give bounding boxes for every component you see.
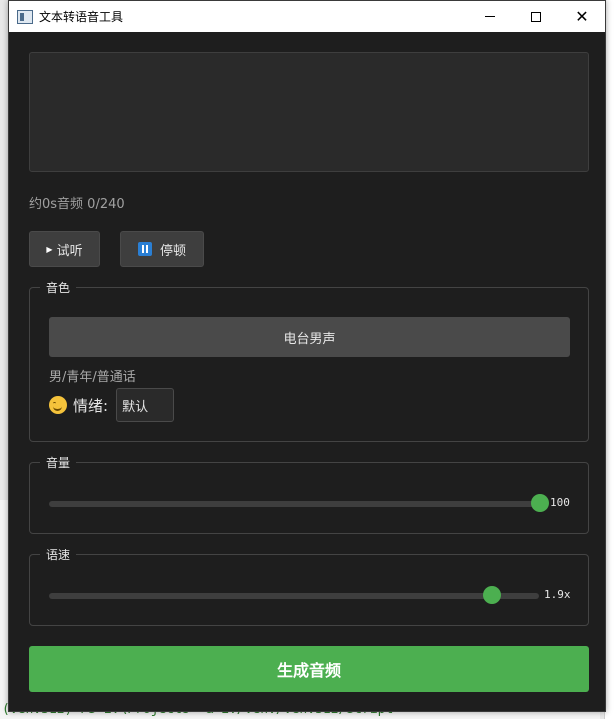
speed-group: 语速 1.9x [29,546,589,626]
speed-value: 1.9x [544,588,571,601]
volume-group: 音量 100 [29,454,589,534]
maximize-button[interactable] [513,1,559,32]
voice-select-button[interactable]: 电台男声 [49,317,570,357]
background-left-panel [0,500,8,719]
generate-audio-button[interactable]: 生成音频 [29,646,589,692]
volume-slider-track[interactable] [49,501,539,507]
window-title: 文本转语音工具 [39,10,124,24]
emotion-select[interactable]: 默认 [116,388,175,422]
maximize-icon [531,11,541,22]
emotion-row: 情绪: 默认 [49,388,175,422]
close-icon: ✕ [575,6,589,26]
tts-app-window: 文本转语音工具 ✕ 约0s音频 0/240 ▶ 试听 停顿 音色 电台男声 男/… [8,0,606,712]
text-input[interactable] [29,52,589,172]
voice-group: 音色 电台男声 男/青年/普通话 情绪: 默认 [29,279,589,442]
speed-slider-track[interactable] [49,593,539,599]
voice-description: 男/青年/普通话 [49,370,136,385]
voice-group-title: 音色 [40,279,77,296]
pause-icon [137,242,152,256]
emotion-label: 情绪: [73,396,109,415]
volume-slider-handle[interactable] [531,494,549,512]
smile-icon [49,396,67,414]
volume-group-title: 音量 [40,454,77,471]
char-count-label: 约0s音频 0/240 [29,197,125,212]
minimize-button[interactable] [467,1,513,32]
app-icon [17,9,33,24]
minimize-icon [485,16,495,17]
title-bar[interactable]: 文本转语音工具 ✕ [9,1,605,32]
speed-slider-handle[interactable] [483,586,502,604]
volume-value: 100 [550,496,570,509]
play-icon: ▶ [46,244,53,254]
pause-button[interactable]: 停顿 [120,231,204,267]
window-controls: ✕ [467,1,605,32]
listen-button-label: 试听 [56,243,83,259]
speed-group-title: 语速 [40,546,77,563]
close-button[interactable]: ✕ [559,1,605,32]
pause-button-label: 停顿 [159,243,186,259]
listen-button[interactable]: ▶ 试听 [29,231,100,267]
